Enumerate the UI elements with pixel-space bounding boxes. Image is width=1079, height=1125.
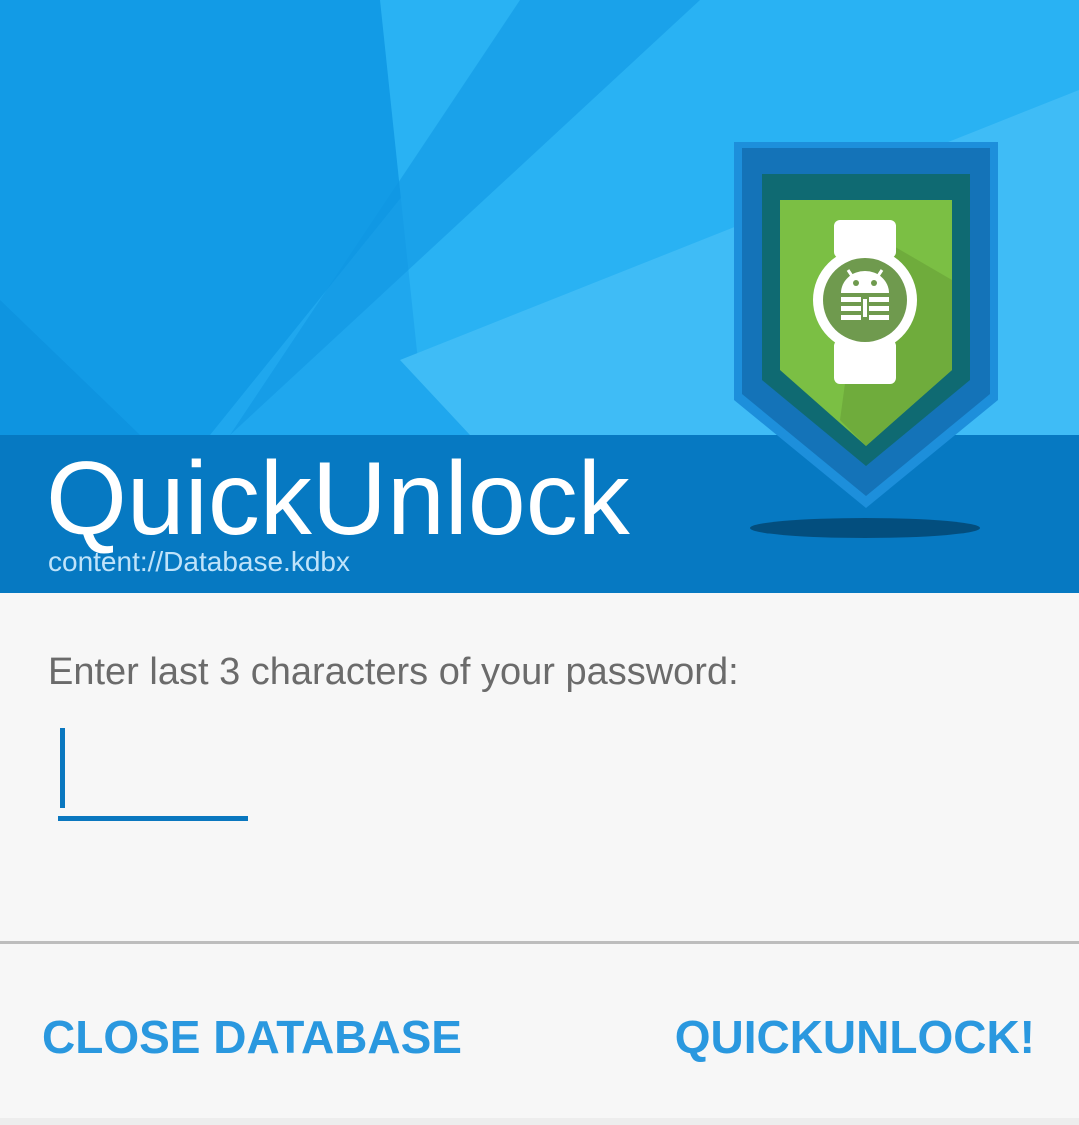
database-path: content://Database.kdbx (48, 546, 350, 577)
keepass-watch-shield-icon (734, 142, 998, 538)
dialog-bottom-edge (0, 1118, 1079, 1125)
actions-divider (0, 941, 1079, 944)
quickunlock-button[interactable]: QUICKUNLOCK! (675, 995, 1035, 1079)
quickunlock-dialog: QuickUnlock content://Database.kdbx Ente… (0, 0, 1079, 1125)
header-banner: QuickUnlock content://Database.kdbx (0, 0, 1079, 593)
password-prompt-label: Enter last 3 characters of your password… (48, 651, 739, 693)
text-caret (60, 728, 65, 808)
password-suffix-input[interactable] (58, 722, 248, 812)
password-suffix-field[interactable] (58, 722, 248, 822)
input-underline (58, 816, 248, 821)
close-database-button[interactable]: CLOSE DATABASE (42, 995, 462, 1079)
app-title: QuickUnlock (46, 441, 630, 557)
